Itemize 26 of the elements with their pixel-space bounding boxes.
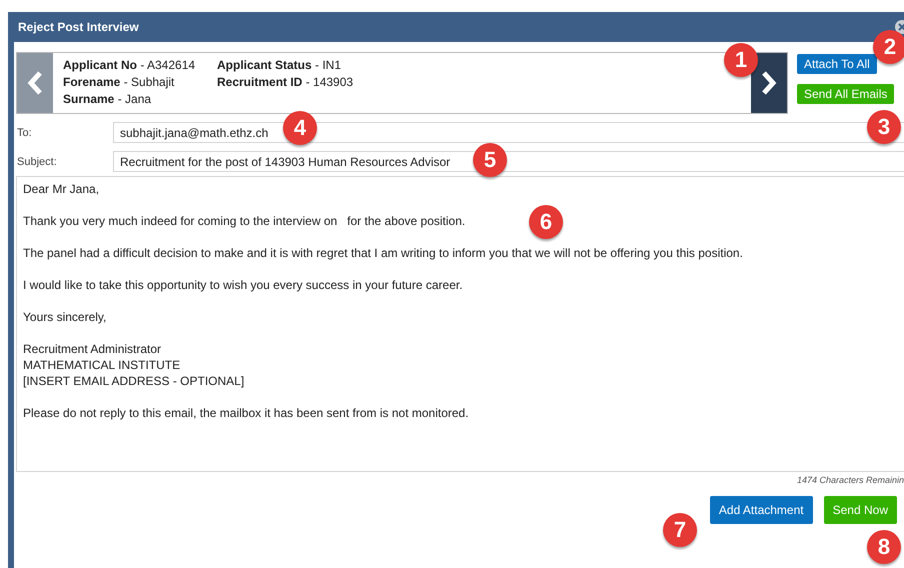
applicant-field: Applicant No - A342614 [63, 57, 197, 74]
window-title: Reject Post Interview [18, 20, 139, 34]
character-counter: 1474 Characters Remainin [796, 475, 904, 485]
next-button[interactable] [751, 53, 787, 113]
message-text: Please do not reply to this email, the mailbox it has been sent from is not monitored. [23, 405, 469, 421]
message-text: I would like to take this opportunity to wish you every success in your future career. [23, 277, 463, 293]
applicant-field: Recruitment ID - 143903 [217, 74, 354, 91]
previous-button[interactable] [17, 53, 53, 113]
message-text: The panel had a difficult decision to make and it is with regret that I am writing to inform you that we will not be offering you this position. [23, 245, 743, 261]
action-button[interactable]: Send Now [824, 496, 897, 524]
message-text: MATHEMATICAL INSTITUTE [23, 357, 180, 373]
message-text: Thank you very much indeed for coming to the interview on for the above position. [23, 213, 466, 229]
field-label: To: [16, 126, 33, 138]
action-button[interactable]: Attach To All [797, 54, 877, 74]
field-label: Subject: [16, 156, 58, 168]
chevron-right-icon [760, 70, 778, 96]
message-text: Yours sincerely, [23, 309, 106, 325]
applicant-field: Surname - Jana [63, 91, 197, 108]
applicant-field: Applicant Status - IN1 [217, 57, 354, 74]
message-text: Recruitment Administrator [23, 341, 162, 357]
action-button[interactable]: Send All Emails [797, 84, 894, 104]
message-text: [INSERT EMAIL ADDRESS - OPTIONAL] [23, 373, 244, 389]
chevron-left-icon [26, 70, 44, 96]
applicant-field: Forename - Subhajit [63, 74, 197, 91]
message-text: Dear Mr Jana, [23, 181, 100, 197]
action-button[interactable]: Add Attachment [710, 496, 813, 524]
